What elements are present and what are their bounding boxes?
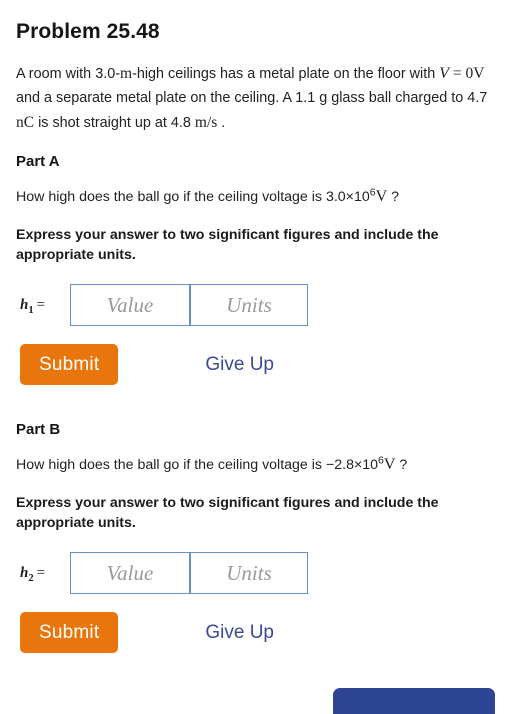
part-b-give-up-link[interactable]: Give Up <box>205 622 274 644</box>
part-a-submit-button[interactable]: Submit <box>20 344 119 386</box>
part-b-action-row: Submit Give Up <box>16 612 489 654</box>
part-b-units-placeholder: Units <box>226 560 272 585</box>
statement-equals-zero: = 0 <box>449 65 474 83</box>
part-b-answer-subscript: 2 <box>28 572 34 584</box>
part-b-question-suffix: ? <box>395 457 408 474</box>
statement-unit-volt: V <box>473 65 485 83</box>
statement-text-2: -high ceilings has a metal plate on the … <box>132 66 440 83</box>
part-a-value-placeholder: Value <box>106 292 154 317</box>
part-a-question: How high does the ball go if the ceiling… <box>16 185 489 209</box>
part-b-submit-button[interactable]: Submit <box>20 612 119 654</box>
part-a-instruction: Express your answer to two significant f… <box>16 226 439 263</box>
part-a-value-input[interactable]: Value <box>70 284 190 327</box>
part-b-question-prefix: How high does the ball go if the ceiling… <box>16 457 326 474</box>
statement-text-1: A room with <box>16 66 96 83</box>
statement-height-value: 3.0- <box>95 66 120 83</box>
bottom-action-button[interactable] <box>333 688 495 714</box>
part-a-answer-label: h1 = <box>16 296 70 316</box>
part-a-answer-subscript: 1 <box>28 304 34 316</box>
part-b-answer-row: h2 = Value Units <box>16 552 489 595</box>
part-b-value-placeholder: Value <box>106 560 154 585</box>
part-a-give-up-link[interactable]: Give Up <box>205 354 274 376</box>
statement-unit-meter: m <box>120 65 133 83</box>
problem-statement: A room with 3.0-m-high ceilings has a me… <box>16 61 489 136</box>
part-b-units-input[interactable]: Units <box>190 552 308 595</box>
problem-content: Problem 25.48 A room with 3.0-m-high cei… <box>0 0 505 654</box>
part-b-question: How high does the ball go if the ceiling… <box>16 453 489 477</box>
part-a-answer-row: h1 = Value Units <box>16 284 489 327</box>
part-a-action-row: Submit Give Up <box>16 344 489 386</box>
statement-text-3: and a separate metal plate on the ceilin… <box>16 90 488 107</box>
part-a-section: Part A How high does the ball go if the … <box>16 152 489 386</box>
part-b-instruction: Express your answer to two significant f… <box>16 495 439 532</box>
part-a-heading: Part A <box>16 152 60 170</box>
part-b-answer-equals: = <box>36 564 46 581</box>
part-b-voltage-mantissa: −2.8×10 <box>325 457 379 474</box>
part-a-units-placeholder: Units <box>226 292 272 317</box>
part-b-voltage-unit: V <box>383 456 396 474</box>
part-b-answer-label: h2 = <box>16 564 70 584</box>
page-title: Problem 25.48 <box>16 20 160 43</box>
statement-text-4: is shot straight up at 4.8 <box>34 115 195 132</box>
part-b-section: Part B How high does the ball go if the … <box>16 421 489 654</box>
problem-page: Problem 25.48 A room with 3.0-m-high cei… <box>0 0 505 714</box>
statement-text-5: . <box>217 115 226 132</box>
part-a-question-prefix: How high does the ball go if the ceiling… <box>16 188 326 205</box>
part-a-units-input[interactable]: Units <box>190 284 308 327</box>
statement-symbol-voltage: V <box>439 65 450 83</box>
statement-unit-nanocoulomb: nC <box>16 114 35 132</box>
part-b-heading: Part B <box>16 421 61 439</box>
statement-unit-meters-per-second: m/s <box>194 114 218 132</box>
part-b-value-input[interactable]: Value <box>70 552 190 595</box>
part-a-question-suffix: ? <box>387 188 399 205</box>
part-a-voltage-mantissa: 3.0×10 <box>325 188 370 205</box>
part-a-answer-equals: = <box>36 296 46 313</box>
part-a-voltage-unit: V <box>375 187 388 205</box>
